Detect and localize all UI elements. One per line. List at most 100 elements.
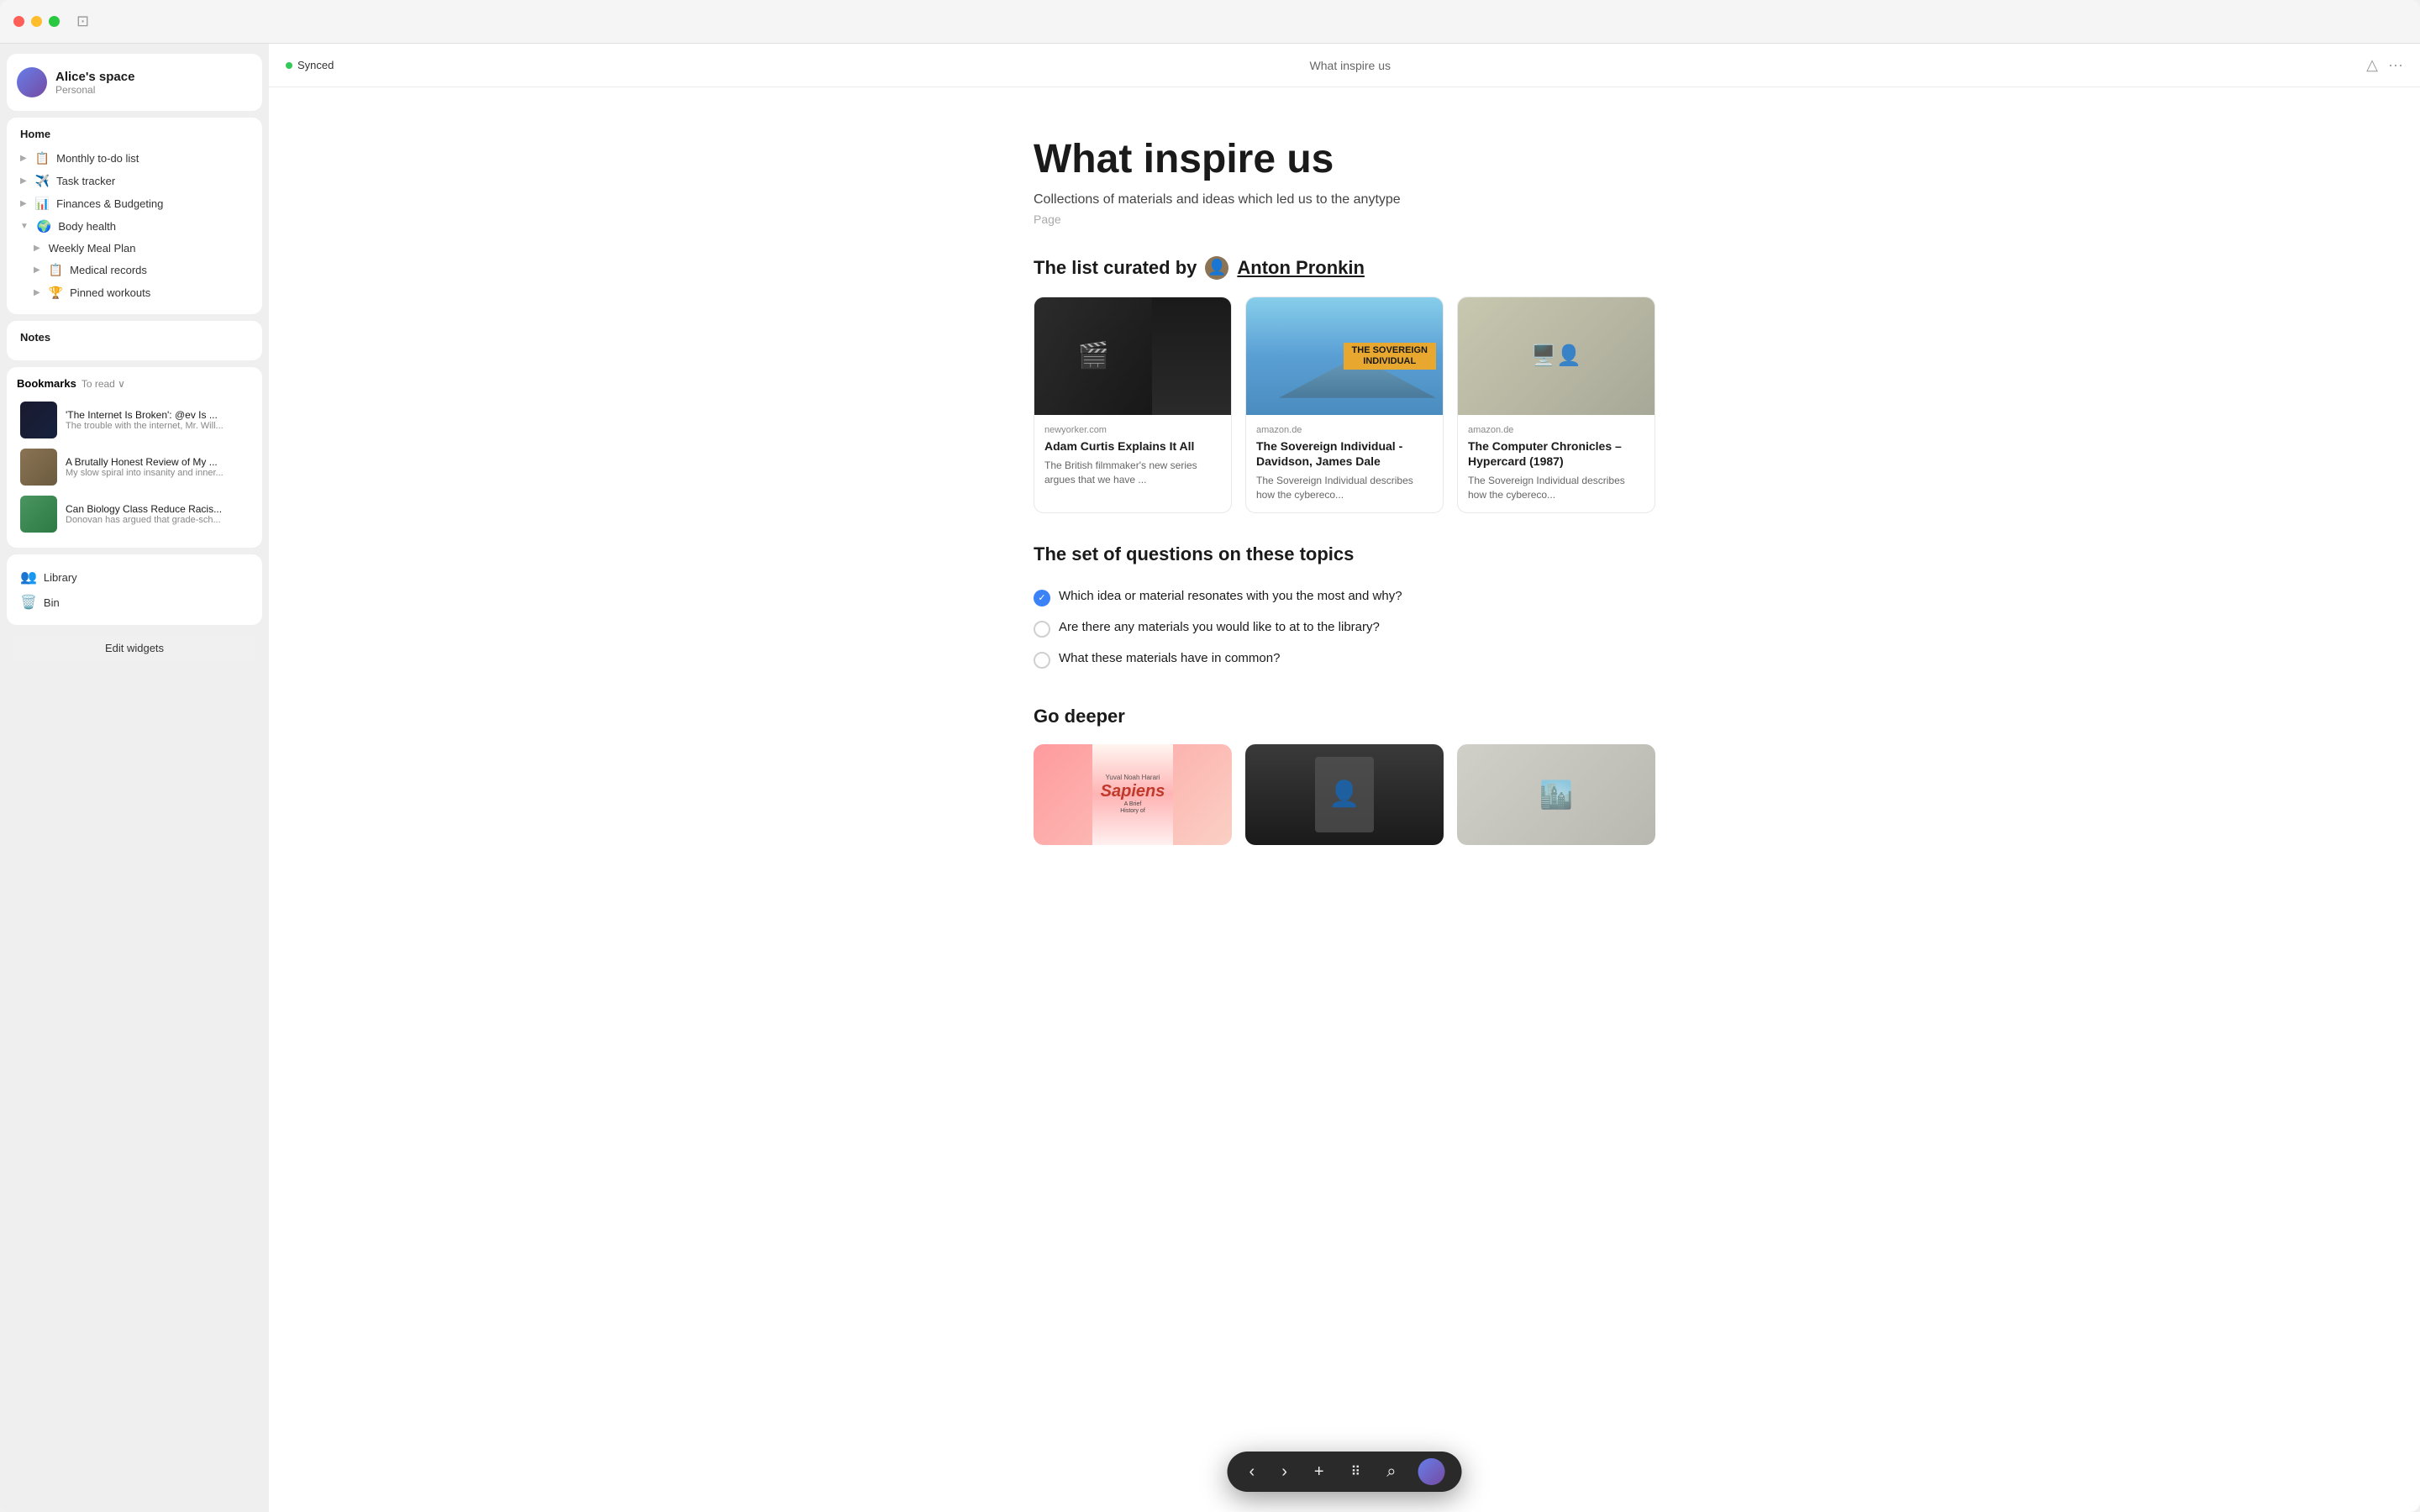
toolbar-grid-button[interactable]: ⠿ — [1346, 1460, 1365, 1483]
go-deeper-heading: Go deeper — [1034, 706, 1655, 727]
alert-icon[interactable]: △ — [2366, 56, 2378, 74]
maximize-button[interactable] — [49, 16, 60, 27]
deeper-card-city[interactable]: 🏙️ — [1457, 744, 1655, 845]
more-icon[interactable]: ··· — [2388, 56, 2403, 74]
question-3: What these materials have in common? — [1034, 644, 1655, 675]
synced-dot — [286, 62, 292, 69]
sidebar-item-library[interactable]: 👥 Library — [17, 564, 252, 590]
sidebar-item-monthly-todo[interactable]: ▶ 📋 Monthly to-do list — [17, 147, 252, 170]
arrow-icon: ▶ — [34, 244, 40, 253]
floating-toolbar: ‹ › + ⠿ ⌕ — [1228, 1452, 1462, 1492]
arrow-icon: ▶ — [20, 154, 27, 163]
card-title-3: The Computer Chronicles – Hypercard (198… — [1468, 438, 1644, 469]
task-tracker-label: Task tracker — [56, 175, 115, 187]
card-sovereign[interactable]: THE SOVEREIGNINDIVIDUAL amazon.de The So… — [1245, 297, 1444, 513]
bookmark-internet[interactable]: 'The Internet Is Broken': @ev Is ... The… — [17, 396, 252, 444]
card-desc-1: The British filmmaker's new series argue… — [1044, 459, 1221, 487]
bin-icon: 🗑️ — [20, 594, 37, 611]
sidebar: Alice's space Personal Home ▶ 📋 Monthly … — [0, 44, 269, 1512]
bookmark-thumb-biology — [20, 496, 57, 533]
arrow-icon: ▶ — [20, 199, 27, 208]
card-adam-curtis[interactable]: 🎬 newyorker.com Adam Curtis Explains It … — [1034, 297, 1232, 513]
card-image-2: THE SOVEREIGNINDIVIDUAL — [1246, 297, 1443, 415]
bookmark-brutally[interactable]: A Brutally Honest Review of My ... My sl… — [17, 444, 252, 491]
notes-section: Notes — [7, 321, 262, 360]
synced-badge: Synced — [286, 59, 334, 71]
bookmark-title-internet: 'The Internet Is Broken': @ev Is ... — [66, 409, 249, 421]
bookmark-info-biology: Can Biology Class Reduce Racis... Donova… — [66, 503, 249, 525]
arrow-icon: ▶ — [34, 288, 40, 297]
bookmark-title-biology: Can Biology Class Reduce Racis... — [66, 503, 249, 515]
sidebar-item-finances[interactable]: ▶ 📊 Finances & Budgeting — [17, 192, 252, 215]
toolbar-back-button[interactable]: ‹ — [1244, 1459, 1260, 1485]
toolbar-avatar[interactable] — [1418, 1458, 1444, 1485]
bin-label: Bin — [44, 596, 60, 609]
bookmarks-title: Bookmarks — [17, 377, 76, 390]
edit-widgets-button[interactable]: Edit widgets — [13, 635, 255, 661]
main-content: Synced What inspire us △ ··· What inspir… — [269, 44, 2420, 1512]
pinned-icon: 🏆 — [49, 286, 63, 300]
library-icon: 👥 — [20, 569, 37, 585]
checkbox-checked-1[interactable] — [1034, 590, 1050, 606]
card-computer-chronicles[interactable]: 🖥️👤 amazon.de The Computer Chronicles – … — [1457, 297, 1655, 513]
curated-by-heading: The list curated by 👤 Anton Pronkin — [1034, 256, 1655, 280]
monthly-todo-icon: 📋 — [35, 151, 50, 165]
card-body-3: amazon.de The Computer Chronicles – Hype… — [1458, 415, 1655, 512]
sidebar-item-bin[interactable]: 🗑️ Bin — [17, 590, 252, 615]
finances-label: Finances & Budgeting — [56, 197, 163, 210]
card-image-1: 🎬 — [1034, 297, 1231, 415]
card-desc-2: The Sovereign Individual describes how t… — [1256, 474, 1433, 502]
pinned-label: Pinned workouts — [70, 286, 150, 299]
cards-grid: 🎬 newyorker.com Adam Curtis Explains It … — [1034, 297, 1655, 513]
arrow-icon: ▶ — [20, 176, 27, 186]
weekly-meal-label: Weekly Meal Plan — [49, 242, 136, 255]
workspace-header[interactable]: Alice's space Personal — [17, 64, 252, 101]
curated-by-text: The list curated by — [1034, 257, 1197, 279]
synced-label: Synced — [297, 59, 334, 71]
topbar-actions: △ ··· — [2366, 56, 2403, 74]
question-text-1: Which idea or material resonates with yo… — [1059, 589, 1402, 603]
questions-heading: The set of questions on these topics — [1034, 543, 1655, 565]
go-deeper-section: Go deeper Yuval Noah Harari Sapiens A Br… — [1034, 706, 1655, 845]
arrow-icon: ▶ — [34, 265, 40, 275]
bookmarks-section: Bookmarks To read ∨ 'The Internet Is Bro… — [7, 367, 262, 548]
question-1: Which idea or material resonates with yo… — [1034, 582, 1655, 613]
card-source-3: amazon.de — [1468, 425, 1644, 435]
library-label: Library — [44, 571, 77, 584]
medical-label: Medical records — [70, 264, 147, 276]
workspace-subtitle: Personal — [55, 84, 134, 96]
monthly-todo-label: Monthly to-do list — [56, 152, 139, 165]
content-area: What inspire us Collections of materials… — [966, 87, 1723, 1512]
topbar-page-title: What inspire us — [347, 59, 2353, 72]
minimize-button[interactable] — [31, 16, 42, 27]
card-source-1: newyorker.com — [1044, 425, 1221, 435]
page-subtitle: Collections of materials and ideas which… — [1034, 192, 1655, 207]
arrow-expanded-icon: ▼ — [20, 222, 29, 231]
sidebar-item-body-health[interactable]: ▼ 🌍 Body health — [17, 215, 252, 238]
checkbox-empty-2[interactable] — [1034, 621, 1050, 638]
question-text-2: Are there any materials you would like t… — [1059, 620, 1380, 634]
deeper-card-person[interactable]: 👤 — [1245, 744, 1444, 845]
sidebar-item-weekly-meal[interactable]: ▶ Weekly Meal Plan — [17, 238, 252, 259]
sidebar-item-task-tracker[interactable]: ▶ ✈️ Task tracker — [17, 170, 252, 192]
notes-label: Notes — [17, 331, 252, 344]
checkbox-empty-3[interactable] — [1034, 652, 1050, 669]
author-name[interactable]: Anton Pronkin — [1237, 257, 1365, 279]
workspace-name: Alice's space — [55, 70, 134, 84]
bookmark-biology[interactable]: Can Biology Class Reduce Racis... Donova… — [17, 491, 252, 538]
workspace-section: Alice's space Personal — [7, 54, 262, 111]
toolbar-search-button[interactable]: ⌕ — [1381, 1459, 1401, 1485]
sidebar-item-medical[interactable]: ▶ 📋 Medical records — [17, 259, 252, 281]
question-text-3: What these materials have in common? — [1059, 651, 1280, 665]
page-title: What inspire us — [1034, 138, 1655, 182]
toolbar-add-button[interactable]: + — [1309, 1459, 1329, 1485]
toolbar-forward-button[interactable]: › — [1276, 1459, 1292, 1485]
card-title-1: Adam Curtis Explains It All — [1044, 438, 1221, 454]
sidebar-toggle-icon[interactable]: ⊡ — [76, 13, 89, 30]
close-button[interactable] — [13, 16, 24, 27]
deeper-card-sapiens[interactable]: Yuval Noah Harari Sapiens A BriefHistory… — [1034, 744, 1232, 845]
card-image-3: 🖥️👤 — [1458, 297, 1655, 415]
bookmarks-filter[interactable]: To read ∨ — [82, 378, 125, 390]
bookmark-info-brutally: A Brutally Honest Review of My ... My sl… — [66, 456, 249, 478]
sidebar-item-pinned[interactable]: ▶ 🏆 Pinned workouts — [17, 281, 252, 304]
